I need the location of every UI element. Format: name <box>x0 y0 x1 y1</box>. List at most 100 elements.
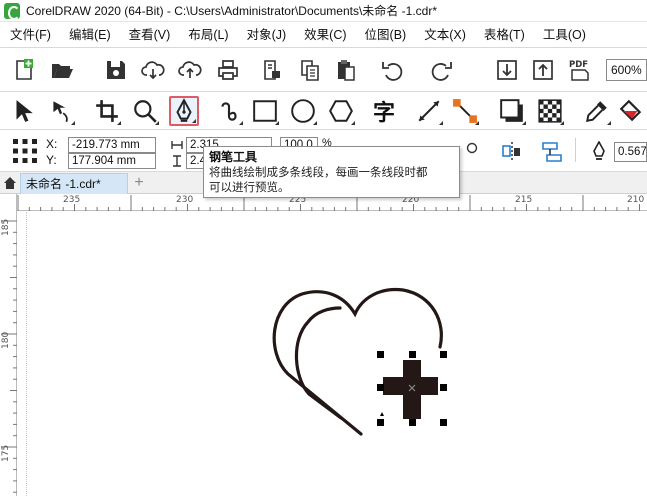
pick-tool[interactable] <box>8 96 38 126</box>
eyedropper-tool[interactable] <box>582 96 612 126</box>
drop-shadow-tool[interactable] <box>497 96 527 126</box>
outline-options-icon[interactable] <box>466 142 478 154</box>
standard-toolbar: PDF <box>0 48 647 130</box>
connector-tool[interactable] <box>450 96 480 126</box>
flyout-indicator-icon <box>117 121 121 125</box>
document-tab[interactable]: 未命名 -1.cdr* <box>20 173 128 194</box>
paste-button[interactable] <box>332 56 360 84</box>
tooltip-title: 钢笔工具 <box>209 150 258 164</box>
new-document-button[interactable] <box>10 56 38 84</box>
heart-inner-stroke-shape <box>294 306 343 420</box>
print-button[interactable] <box>214 56 242 84</box>
menu-table[interactable]: 表格(T) <box>475 22 534 48</box>
add-tab-button[interactable]: + <box>131 174 147 192</box>
flyout-indicator-icon <box>475 121 479 125</box>
window-title: CorelDRAW 2020 (64-Bit) - C:\Users\Admin… <box>26 4 437 18</box>
home-icon[interactable] <box>3 176 17 190</box>
cloud-upload-button[interactable] <box>176 56 204 84</box>
publish-pdf-button[interactable]: PDF <box>566 56 594 84</box>
menu-effects[interactable]: 效果(C) <box>295 22 355 48</box>
menu-text[interactable]: 文本(X) <box>415 22 475 48</box>
flyout-indicator-icon <box>155 121 159 125</box>
menu-edit[interactable]: 编辑(E) <box>60 22 120 48</box>
new-document-icon <box>16 59 33 80</box>
cloud-download-button[interactable] <box>139 56 167 84</box>
node-marker <box>380 412 384 416</box>
undo-button[interactable] <box>378 56 406 84</box>
rectangle-tool[interactable] <box>250 96 280 126</box>
transparency-tool[interactable] <box>535 96 565 126</box>
cloud-download-icon <box>141 61 165 80</box>
flyout-indicator-icon <box>439 121 443 125</box>
zoom-tool[interactable] <box>130 96 160 126</box>
object-origin-icon[interactable] <box>12 138 38 164</box>
import-icon <box>497 60 517 80</box>
tooltip-description-line1: 将曲线绘制成多条线段，每画一条线段时都 <box>209 165 428 179</box>
menu-bitmaps[interactable]: 位图(B) <box>356 22 416 48</box>
text-tool[interactable]: 字 <box>369 96 399 126</box>
align-distribute-icon[interactable] <box>500 140 524 164</box>
menu-bar: 文件(F) 编辑(E) 查看(V) 布局(L) 对象(J) 效果(C) 位图(B… <box>0 22 647 48</box>
redo-icon <box>431 62 452 81</box>
paste-icon <box>338 60 355 81</box>
paint-bucket-icon <box>619 99 642 122</box>
publish-pdf-icon: PDF <box>569 60 589 81</box>
copy-button[interactable] <box>296 56 324 84</box>
redo-button[interactable] <box>428 56 456 84</box>
drawing-canvas[interactable] <box>18 212 647 496</box>
flyout-indicator-icon <box>275 121 279 125</box>
flyout-indicator-icon <box>351 121 355 125</box>
ruler-label: 185 <box>1 218 11 236</box>
line-tool[interactable] <box>414 96 444 126</box>
tooltip-description-line2: 可以进行预览。 <box>209 180 290 194</box>
flyout-indicator-icon <box>192 119 196 123</box>
outline-width-field[interactable]: 0.567 <box>614 142 647 162</box>
ruler-label: 235 <box>63 195 81 205</box>
coreldraw-logo-icon <box>4 2 20 20</box>
ruler-label: 215 <box>515 195 533 205</box>
export-icon <box>533 60 553 80</box>
menu-layout[interactable]: 布局(L) <box>179 22 237 48</box>
flyout-indicator-icon <box>313 121 317 125</box>
pen-tool-tooltip: 钢笔工具 将曲线绘制成多条线段，每画一条线段时都 可以进行预览。 <box>203 146 460 198</box>
ruler-label: 180 <box>1 331 11 349</box>
y-position-field[interactable]: 177.904 mm <box>68 153 156 169</box>
import-button[interactable] <box>493 56 521 84</box>
crop-tool[interactable] <box>92 96 122 126</box>
fill-tool[interactable] <box>616 96 646 126</box>
page-border <box>26 212 27 496</box>
menu-view[interactable]: 查看(V) <box>120 22 180 48</box>
undo-icon <box>382 62 403 81</box>
doc-properties-icon <box>264 60 280 80</box>
menu-tools[interactable]: 工具(O) <box>534 22 595 48</box>
ellipse-tool[interactable] <box>288 96 318 126</box>
document-properties-button[interactable] <box>258 56 286 84</box>
ruler-label: 210 <box>627 195 645 205</box>
canvas-artwork <box>272 287 447 436</box>
open-folder-icon <box>52 64 73 78</box>
polygon-tool[interactable] <box>326 96 356 126</box>
vertical-ruler[interactable]: 185 180 175 <box>0 194 17 496</box>
shape-tool[interactable] <box>46 96 76 126</box>
export-button[interactable] <box>529 56 557 84</box>
save-icon <box>107 61 125 79</box>
pen-tool[interactable] <box>169 96 199 126</box>
wrap-text-icon[interactable] <box>540 140 564 164</box>
y-label: Y: <box>46 153 57 167</box>
ruler-label: 175 <box>1 444 11 462</box>
propbar-separator <box>575 138 576 162</box>
x-position-field[interactable]: -219.773 mm <box>68 137 156 153</box>
doc-copy-icon <box>301 60 319 81</box>
flyout-indicator-icon <box>607 121 611 125</box>
print-icon <box>218 60 238 80</box>
open-button[interactable] <box>48 56 76 84</box>
flyout-indicator-icon <box>522 121 526 125</box>
spiral-tool[interactable] <box>214 96 244 126</box>
width-icon <box>171 141 183 149</box>
save-button[interactable] <box>102 56 130 84</box>
menu-file[interactable]: 文件(F) <box>0 22 60 48</box>
title-bar: CorelDRAW 2020 (64-Bit) - C:\Users\Admin… <box>0 0 647 22</box>
menu-object[interactable]: 对象(J) <box>238 22 296 48</box>
zoom-level-input[interactable]: 600% <box>606 59 647 81</box>
pdf-label: PDF <box>569 60 588 70</box>
